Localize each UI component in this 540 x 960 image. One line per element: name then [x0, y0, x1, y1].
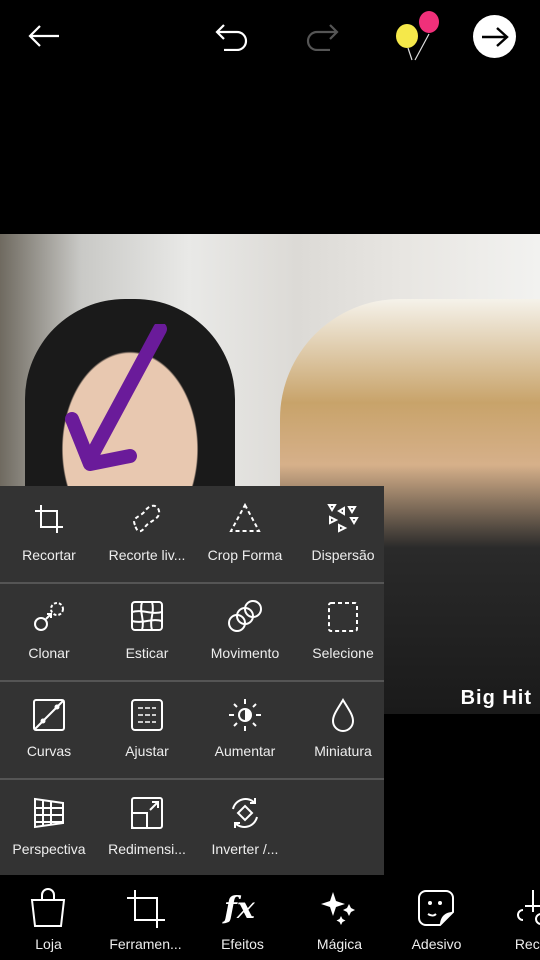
bottom-tab-cutout[interactable]: Recor: [485, 876, 540, 960]
sticker-icon: [417, 890, 454, 926]
tool-label: Clonar: [28, 645, 70, 661]
tool-motion[interactable]: Movimento: [196, 584, 294, 680]
tool-stretch[interactable]: Esticar: [98, 584, 196, 680]
tool-shape-crop[interactable]: Crop Forma: [196, 486, 294, 582]
shop-bag-icon: [30, 888, 65, 927]
tool-label: Recorte liv...: [108, 547, 186, 563]
bottom-tab-shop-bag[interactable]: Loja: [0, 876, 97, 960]
tool-label: Aumentar: [214, 743, 276, 759]
curves-icon: [33, 699, 65, 731]
tool-label: Miniatura: [314, 743, 372, 759]
tool-free-crop[interactable]: Recorte liv...: [98, 486, 196, 582]
arrow-right-circle-icon: [481, 26, 509, 47]
undo-button[interactable]: [212, 18, 252, 54]
redo-button[interactable]: [302, 18, 342, 54]
tool-adjust[interactable]: Ajustar: [98, 682, 196, 778]
tool-crop[interactable]: Recortar: [0, 486, 98, 582]
bottom-toolbar: Loja Ferramen... fx Efeitos Mágica Adesivo Rec…: [0, 876, 540, 960]
annotation-arrow: [65, 324, 167, 471]
enhance-icon: [229, 699, 261, 731]
tools-panel: Recortar Recorte liv... Crop Forma Dispersã…: [0, 486, 384, 875]
clone-icon: [34, 602, 64, 631]
bottom-tab-magic-sparkle[interactable]: Mágica: [291, 876, 388, 960]
tools-row: Curvas Ajustar Aumentar Miniatura: [0, 682, 384, 780]
tool-curves[interactable]: Curvas: [0, 682, 98, 778]
tool-label: Movimento: [210, 645, 280, 661]
dispersion-icon: [327, 504, 359, 533]
fx-icon: fx: [222, 891, 256, 926]
tools-row: Perspectiva Redimensi... Inverter /...: [0, 780, 384, 878]
tool-label: Dispersão: [311, 547, 375, 563]
tool-label: Esticar: [125, 645, 169, 661]
top-bar: [0, 0, 540, 74]
tool-clone[interactable]: Clonar: [0, 584, 98, 680]
watermark: Big Hit: [460, 687, 532, 709]
tool-flip-rotate[interactable]: Inverter /...: [196, 780, 294, 876]
tool-dispersion[interactable]: Dispersão: [294, 486, 392, 582]
magic-sparkle-icon: [320, 892, 355, 925]
tool-label: Inverter /...: [211, 841, 279, 857]
flip-rotate-icon: [232, 798, 258, 828]
bottom-tab-label: Mágica: [316, 936, 363, 952]
tool-label: Redimensi...: [108, 841, 186, 857]
tool-perspective[interactable]: Perspectiva: [0, 780, 98, 876]
bottom-tab-label: Efeitos: [221, 936, 264, 952]
arrow-left-icon: [28, 25, 59, 47]
resize-icon: [131, 797, 163, 829]
tilt-shift-icon: [331, 698, 355, 732]
tool-select[interactable]: Selecione: [294, 584, 392, 680]
redo-icon: [306, 24, 339, 51]
balloons-icon: [396, 11, 439, 61]
tool-tilt-shift[interactable]: Miniatura: [294, 682, 392, 778]
stretch-icon: [131, 601, 163, 631]
bottom-tab-sticker[interactable]: Adesivo: [388, 876, 485, 960]
shape-crop-icon: [229, 502, 261, 532]
tools-crop-icon: [126, 890, 165, 928]
tool-label: Recortar: [22, 547, 76, 563]
tool-label: Ajustar: [125, 743, 169, 759]
tool-label: Perspectiva: [12, 841, 86, 857]
perspective-icon: [34, 797, 64, 829]
bottom-tab-label: Adesivo: [411, 936, 462, 952]
free-crop-icon: [133, 504, 161, 533]
svg-text:fx: fx: [222, 891, 256, 926]
motion-icon: [228, 600, 262, 632]
adjust-icon: [131, 699, 163, 731]
tool-resize[interactable]: Redimensi...: [98, 780, 196, 876]
bottom-tab-tools-crop[interactable]: Ferramen...: [97, 876, 194, 960]
tools-row: Clonar Esticar Movimento Selecione: [0, 584, 384, 682]
next-button[interactable]: [473, 15, 516, 58]
cutout-icon: [516, 890, 540, 925]
tool-label: Selecione: [312, 645, 374, 661]
tool-enhance[interactable]: Aumentar: [196, 682, 294, 778]
undo-icon: [215, 24, 248, 51]
bottom-tab-label: Loja: [35, 936, 62, 952]
bottom-tab-label: Ferramen...: [109, 936, 182, 952]
tool-label: Curvas: [26, 743, 72, 759]
tool-label: Crop Forma: [207, 547, 283, 563]
balloons-button[interactable]: [392, 8, 442, 62]
bottom-tab-fx[interactable]: fx Efeitos: [194, 876, 291, 960]
bottom-tab-label: Recor: [514, 936, 540, 952]
tools-row: Recortar Recorte liv... Crop Forma Dispersã…: [0, 486, 384, 584]
crop-icon: [35, 505, 63, 533]
back-button[interactable]: [24, 18, 64, 54]
select-icon: [328, 602, 358, 632]
